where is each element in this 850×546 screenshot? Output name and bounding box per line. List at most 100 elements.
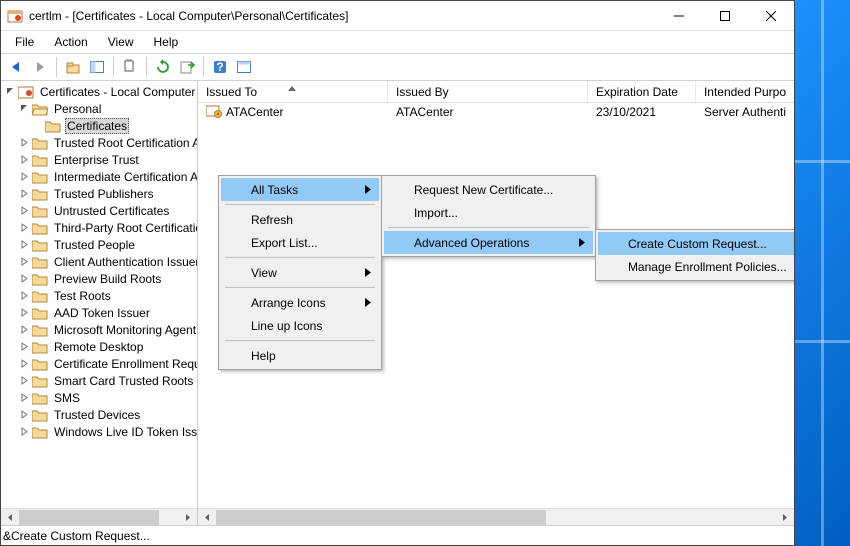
cell-expiration: 23/10/2021 [588, 105, 696, 119]
copy-button[interactable] [119, 56, 141, 78]
menu-action[interactable]: Action [44, 33, 97, 51]
tree-expand-icon[interactable] [19, 307, 30, 318]
tree-item[interactable]: Third-Party Root Certification [1, 219, 197, 236]
tree-item-label: Enterprise Trust [52, 153, 141, 167]
maximize-button[interactable] [702, 1, 748, 31]
tree-item[interactable]: Trusted Devices [1, 406, 197, 423]
tree-expand-icon[interactable] [19, 324, 30, 335]
scroll-left-icon[interactable] [2, 510, 19, 525]
tree-expand-icon[interactable] [19, 392, 30, 403]
tree-item[interactable]: Remote Desktop [1, 338, 197, 355]
tree-item-label: Test Roots [52, 289, 113, 303]
tree-item[interactable]: Windows Live ID Token Issuer [1, 423, 197, 440]
tree-root[interactable]: Certificates - Local Computer [1, 83, 197, 100]
up-button[interactable] [62, 56, 84, 78]
menu-export-list[interactable]: Export List... [221, 231, 379, 254]
column-issued-by[interactable]: Issued By [388, 81, 588, 102]
tree-horizontal-scrollbar[interactable] [1, 508, 197, 525]
properties-button[interactable] [233, 56, 255, 78]
menu-advanced-operations[interactable]: Advanced Operations [384, 231, 593, 254]
tree-expand-icon[interactable] [19, 137, 30, 148]
toolbar: ? [1, 53, 794, 81]
scroll-right-icon[interactable] [179, 510, 196, 525]
scroll-thumb[interactable] [19, 510, 159, 525]
tree-item[interactable]: Client Authentication Issuers [1, 253, 197, 270]
tree-item[interactable]: AAD Token Issuer [1, 304, 197, 321]
tree-expand-icon[interactable] [19, 256, 30, 267]
tree-item[interactable]: Test Roots [1, 287, 197, 304]
tree-item-label: Smart Card Trusted Roots [52, 374, 195, 388]
menu-help[interactable]: Help [221, 344, 379, 367]
tree-expand-icon[interactable] [19, 375, 30, 386]
menu-import[interactable]: Import... [384, 201, 593, 224]
tree-expand-icon[interactable] [19, 341, 30, 352]
tree-item[interactable]: Microsoft Monitoring Agent [1, 321, 197, 338]
show-hide-tree-button[interactable] [86, 56, 108, 78]
tree-expand-icon[interactable] [19, 358, 30, 369]
scroll-thumb[interactable] [216, 510, 546, 525]
column-issued-to[interactable]: Issued To [198, 81, 388, 102]
tree-item[interactable]: Preview Build Roots [1, 270, 197, 287]
menu-create-custom-request[interactable]: Create Custom Request... [598, 232, 794, 255]
tree-item[interactable]: Enterprise Trust [1, 151, 197, 168]
close-button[interactable] [748, 1, 794, 31]
menu-arrange-icons[interactable]: Arrange Icons [221, 291, 379, 314]
statusbar: &Create Custom Request... [1, 525, 794, 545]
tree-item-label: Preview Build Roots [52, 272, 163, 286]
menu-all-tasks[interactable]: All Tasks [221, 178, 379, 201]
tree-item[interactable]: Smart Card Trusted Roots [1, 372, 197, 389]
menu-help[interactable]: Help [144, 33, 189, 51]
context-menu: All Tasks Refresh Export List... View Ar… [218, 175, 382, 370]
tree-expand-icon[interactable] [19, 171, 30, 182]
scroll-left-icon[interactable] [199, 510, 216, 525]
desktop-background [795, 0, 850, 546]
tree-expand-icon[interactable] [19, 188, 30, 199]
folder-icon [32, 272, 48, 286]
menubar: File Action View Help [1, 31, 794, 53]
menu-manage-enrollment-policies[interactable]: Manage Enrollment Policies... [598, 255, 794, 278]
refresh-button[interactable] [152, 56, 174, 78]
tree-item[interactable]: Certificate Enrollment Reques [1, 355, 197, 372]
menu-view-label: View [251, 266, 277, 280]
tree-item[interactable]: Trusted Root Certification Au [1, 134, 197, 151]
tree-item[interactable]: Intermediate Certification Au [1, 168, 197, 185]
menu-view[interactable]: View [221, 261, 379, 284]
tree-expand-icon[interactable] [19, 290, 30, 301]
certificate-icon [206, 105, 222, 119]
export-button[interactable] [176, 56, 198, 78]
tree-expand-icon[interactable] [19, 239, 30, 250]
tree-expand-icon[interactable] [19, 273, 30, 284]
tree-collapse-icon[interactable] [5, 86, 16, 97]
tree-item[interactable]: Trusted Publishers [1, 185, 197, 202]
help-button[interactable]: ? [209, 56, 231, 78]
tree-expand-icon[interactable] [19, 205, 30, 216]
tree-item[interactable]: SMS [1, 389, 197, 406]
folder-icon [32, 170, 48, 184]
tree-item[interactable]: Trusted People [1, 236, 197, 253]
tree-collapse-icon[interactable] [19, 103, 30, 114]
tree-expand-icon[interactable] [19, 222, 30, 233]
tree-item-label: SMS [52, 391, 82, 405]
menu-lineup-icons[interactable]: Line up Icons [221, 314, 379, 337]
forward-button[interactable] [29, 56, 51, 78]
menu-refresh[interactable]: Refresh [221, 208, 379, 231]
back-button[interactable] [5, 56, 27, 78]
column-expiration[interactable]: Expiration Date [588, 81, 696, 102]
tree-certificates[interactable]: Certificates [1, 117, 197, 134]
minimize-button[interactable] [656, 1, 702, 31]
scroll-right-icon[interactable] [776, 510, 793, 525]
list-row[interactable]: ATACenter ATACenter 23/10/2021 Server Au… [198, 103, 794, 121]
tree-personal[interactable]: Personal [1, 100, 197, 117]
tree-item[interactable]: Untrusted Certificates [1, 202, 197, 219]
menu-file[interactable]: File [5, 33, 44, 51]
menu-view[interactable]: View [98, 33, 144, 51]
list-body[interactable]: ATACenter ATACenter 23/10/2021 Server Au… [198, 103, 794, 508]
folder-icon [32, 289, 48, 303]
tree-expand-icon[interactable] [19, 426, 30, 437]
tree-expand-icon[interactable] [19, 409, 30, 420]
column-purpose[interactable]: Intended Purpo [696, 81, 794, 102]
list-horizontal-scrollbar[interactable] [198, 508, 794, 525]
tree-expand-icon[interactable] [19, 154, 30, 165]
window-controls [656, 1, 794, 31]
menu-request-certificate[interactable]: Request New Certificate... [384, 178, 593, 201]
